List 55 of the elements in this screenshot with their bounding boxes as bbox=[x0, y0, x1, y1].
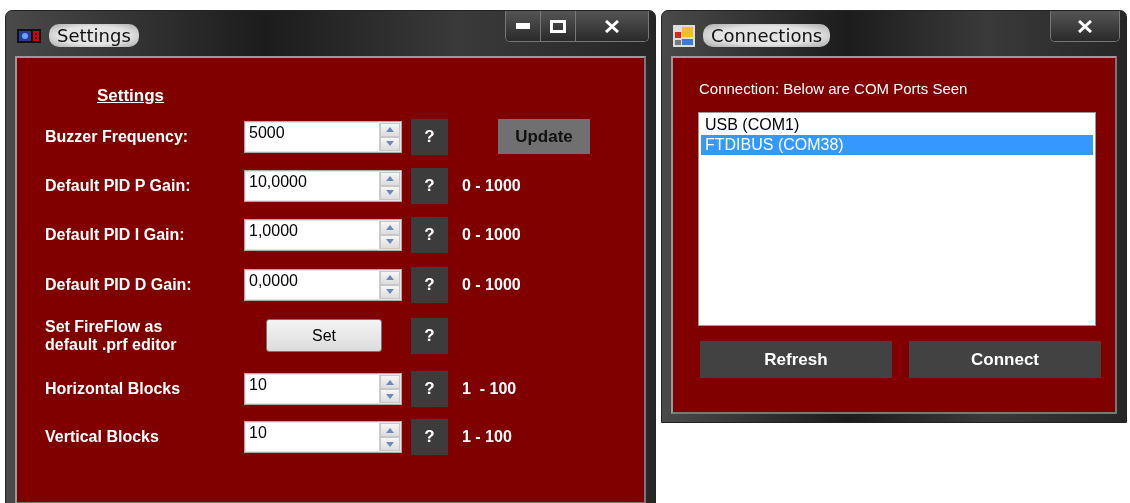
window-title: Connections bbox=[703, 24, 831, 47]
range-text: 0 - 1000 bbox=[462, 275, 521, 294]
action-button[interactable]: Connect bbox=[909, 341, 1101, 378]
spin-field[interactable]: 10 bbox=[244, 421, 402, 453]
up-arrow-icon bbox=[386, 275, 394, 280]
down-arrow-icon bbox=[386, 141, 394, 146]
help-button[interactable]: ? bbox=[411, 371, 448, 407]
help-button[interactable]: ? bbox=[411, 167, 448, 204]
close-icon bbox=[605, 19, 619, 33]
down-arrow-icon bbox=[386, 190, 394, 195]
help-button[interactable]: ? bbox=[411, 317, 448, 354]
range-text: 1 - 100 bbox=[462, 428, 512, 446]
maximize-icon bbox=[550, 19, 566, 33]
close-button[interactable] bbox=[1051, 11, 1119, 41]
help-button[interactable]: ? bbox=[411, 216, 448, 253]
help-button[interactable]: ? bbox=[411, 118, 448, 155]
help-button[interactable]: ? bbox=[411, 266, 448, 303]
field-label: Default PID D Gain: bbox=[45, 275, 193, 294]
down-arrow-icon bbox=[386, 441, 394, 447]
minimize-icon bbox=[516, 23, 530, 29]
down-arrow-icon bbox=[386, 239, 394, 244]
spin-field[interactable]: 0,0000 bbox=[244, 268, 402, 301]
spin-field[interactable]: 10,0000 bbox=[244, 169, 402, 202]
range-text: 0 - 1000 bbox=[462, 176, 521, 195]
app-icon bbox=[673, 24, 695, 47]
maximize-button[interactable] bbox=[540, 11, 575, 41]
up-arrow-icon bbox=[386, 176, 394, 181]
field-label: Horizontal Blocks bbox=[45, 380, 182, 398]
window-title: Settings bbox=[49, 24, 139, 47]
range-text: 0 - 1000 bbox=[462, 225, 521, 244]
caption-text: Connection: Below are COM Ports Seen bbox=[699, 80, 969, 97]
spin-field[interactable]: 10 bbox=[244, 373, 402, 405]
set-button[interactable]: Set bbox=[266, 319, 382, 352]
range-text: 1 - 100 bbox=[462, 380, 517, 398]
close-icon bbox=[1078, 19, 1092, 33]
up-arrow-icon bbox=[386, 127, 394, 132]
minimize-button[interactable] bbox=[506, 11, 540, 41]
down-arrow-icon bbox=[386, 289, 394, 294]
help-button[interactable]: ? bbox=[411, 419, 448, 455]
up-arrow-icon bbox=[386, 379, 394, 385]
close-button[interactable] bbox=[575, 11, 648, 41]
field-label: Default PID I Gain: bbox=[45, 225, 186, 244]
spin-field[interactable]: 1,0000 bbox=[244, 218, 402, 251]
action-button[interactable]: Refresh bbox=[700, 341, 892, 378]
app-icon bbox=[17, 28, 41, 43]
up-arrow-icon bbox=[386, 225, 394, 230]
up-arrow-icon bbox=[386, 427, 394, 433]
field-label: Default PID P Gain: bbox=[45, 176, 192, 195]
field-label: Buzzer Frequency: bbox=[45, 127, 190, 146]
down-arrow-icon bbox=[386, 393, 394, 399]
port-item[interactable]: USB (COM1) bbox=[701, 115, 1093, 135]
section-heading: Settings bbox=[97, 86, 165, 106]
field-label: Vertical Blocks bbox=[45, 428, 160, 446]
spin-field[interactable]: 5000 bbox=[244, 120, 402, 153]
field-label: Set FireFlow as default .prf editor bbox=[45, 317, 178, 354]
